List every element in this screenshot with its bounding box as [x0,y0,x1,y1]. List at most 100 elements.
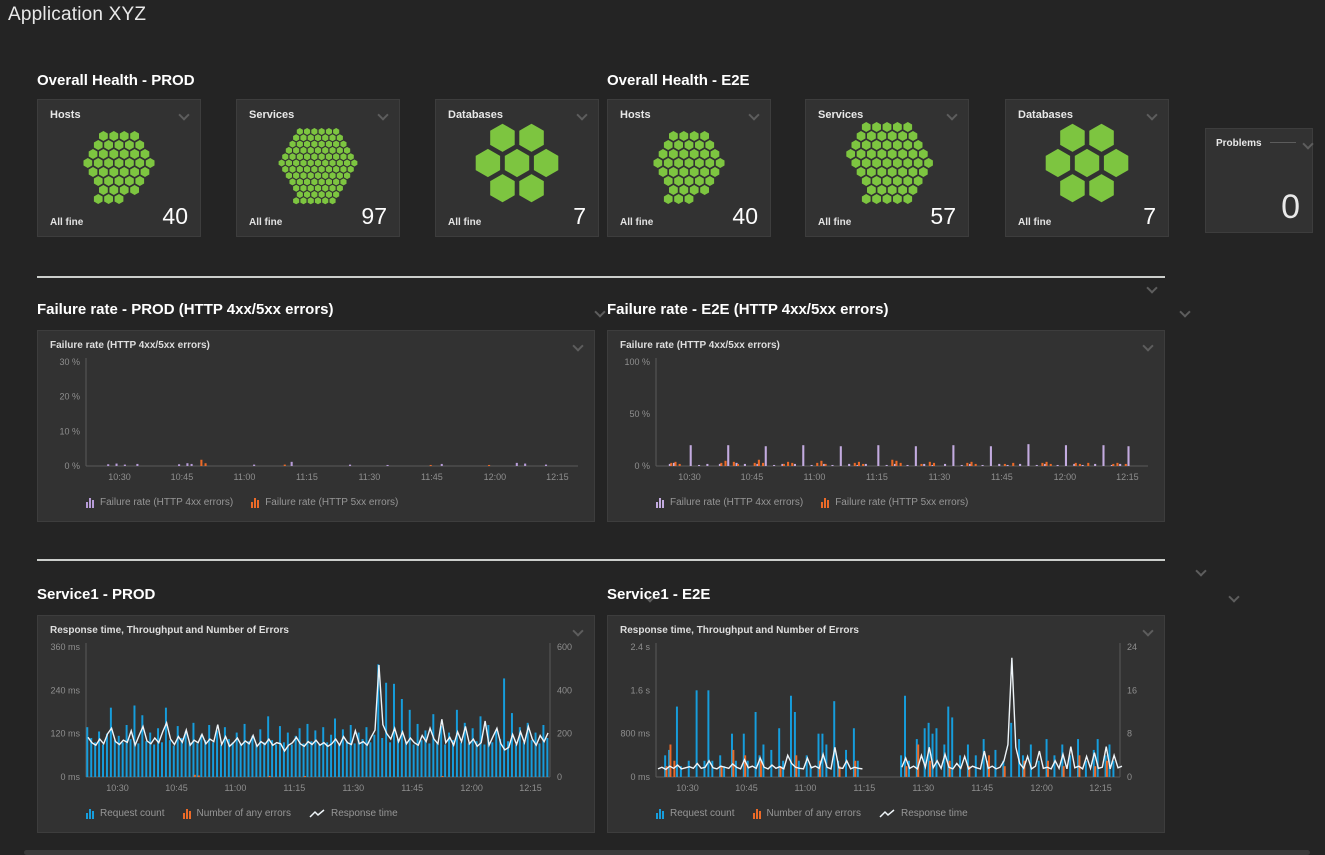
hexagon [519,174,544,202]
hexagon [125,140,134,150]
hexagon [322,172,328,179]
chevron-down-icon[interactable] [1142,625,1154,637]
hexagon [909,149,918,159]
chart-title: Failure rate (HTTP 4xx/5xx errors) [620,340,780,351]
hexagon [695,176,704,186]
chevron-down-icon[interactable] [1302,138,1314,150]
hexagon [146,158,155,168]
chevron-down-icon[interactable] [377,109,389,121]
hexagon [315,172,321,179]
line-series-icon [879,809,895,819]
legend-label: Failure rate (HTTP 4xx errors) [100,497,233,508]
hexagon [534,149,558,177]
hexagon [333,141,339,148]
legend-item[interactable]: Failure rate (HTTP 4xx errors) [86,497,233,508]
hexagon [898,131,907,141]
hexagon [690,167,699,177]
svg-text:11:00: 11:00 [794,783,816,793]
hexagon [669,185,678,195]
hexagon [300,185,306,192]
hexagon [290,141,296,148]
chevron-down-icon[interactable] [1228,591,1240,603]
hexagon [1060,124,1085,152]
hexagon [490,174,515,202]
hexagon [654,158,663,168]
chevron-down-icon[interactable] [1195,565,1207,577]
entity-count: 57 [930,205,956,228]
chevron-down-icon[interactable] [748,109,760,121]
chevron-down-icon[interactable] [178,109,190,121]
legend-item[interactable]: Failure rate (HTTP 5xx errors) [821,497,968,508]
entity-count: 40 [162,205,188,228]
hexagon [300,160,306,167]
svg-text:0 ms: 0 ms [60,772,80,782]
hexagon [700,131,709,141]
svg-text:12:00: 12:00 [1054,472,1077,482]
legend-item[interactable]: Response time [879,808,968,819]
hexagon [700,149,709,159]
hexagon [909,131,918,141]
chevron-down-icon[interactable] [1146,282,1158,294]
hexagon [872,194,881,204]
svg-text:0 %: 0 % [634,461,650,471]
legend-item[interactable]: Response time [309,808,398,819]
svg-text:12:15: 12:15 [519,783,542,793]
section-title-failure-prod: Failure rate - PROD (HTTP 4xx/5xx errors… [37,301,334,318]
legend-item[interactable]: Number of any errors [183,808,291,819]
hexagon [344,160,350,167]
svg-text:50 %: 50 % [629,409,650,419]
entity-count: 7 [1143,205,1156,228]
hexagon [903,158,912,168]
chart-tile-service-e2e: Response time, Throughput and Number of … [607,615,1165,833]
hexagon [862,122,871,132]
chevron-down-icon[interactable] [576,109,588,121]
horizontal-scrollbar[interactable] [24,850,1310,855]
chevron-down-icon[interactable] [1179,306,1191,318]
hexagon [311,153,317,160]
svg-text:10:45: 10:45 [165,783,188,793]
hexagon [84,158,93,168]
legend-item[interactable]: Failure rate (HTTP 4xx errors) [656,497,803,508]
hexagon [893,194,902,204]
bar-series-icon [656,809,664,819]
svg-text:600: 600 [557,642,572,652]
svg-text:11:00: 11:00 [224,783,246,793]
chevron-down-icon[interactable] [946,109,958,121]
hexagon [340,178,346,185]
hexagon [115,176,124,186]
hexagon [120,185,129,195]
hexagon [311,191,317,198]
hexagon [852,158,861,168]
legend-item[interactable]: Request count [86,808,165,819]
hexagon [333,178,339,185]
legend-item[interactable]: Number of any errors [753,808,861,819]
chevron-down-icon[interactable] [1146,109,1158,121]
tile-services-e2e: Services All fine57 [805,99,969,237]
hexagon [311,128,317,135]
chevron-down-icon[interactable] [1142,340,1154,352]
hexagon [322,197,328,204]
chart-legend: Request count Number of any errors Respons… [46,804,586,819]
legend-item[interactable]: Failure rate (HTTP 5xx errors) [251,497,398,508]
chevron-down-icon[interactable] [594,306,606,318]
hexagon [286,160,292,167]
hexagon [125,158,134,168]
chart-title: Failure rate (HTTP 4xx/5xx errors) [50,340,210,351]
chevron-down-icon[interactable] [572,625,584,637]
hexagon [877,167,886,177]
hexagon [333,191,339,198]
hexagon [130,149,139,159]
page-title: Application XYZ [8,4,146,26]
hexagon [308,172,314,179]
failure-rate-prod-chart: 0 %10 %20 %30 %10:3010:4511:0011:1511:30… [38,352,594,514]
hexagon [909,185,918,195]
tile-label: Databases [448,109,503,121]
hexagon [304,166,310,173]
legend-item[interactable]: Request count [656,808,735,819]
chevron-down-icon[interactable] [572,340,584,352]
honeycomb-hosts-e2e [619,121,759,205]
hexagon [898,185,907,195]
hexagon [705,140,714,150]
hexagon [311,141,317,148]
svg-text:10:45: 10:45 [171,472,194,482]
